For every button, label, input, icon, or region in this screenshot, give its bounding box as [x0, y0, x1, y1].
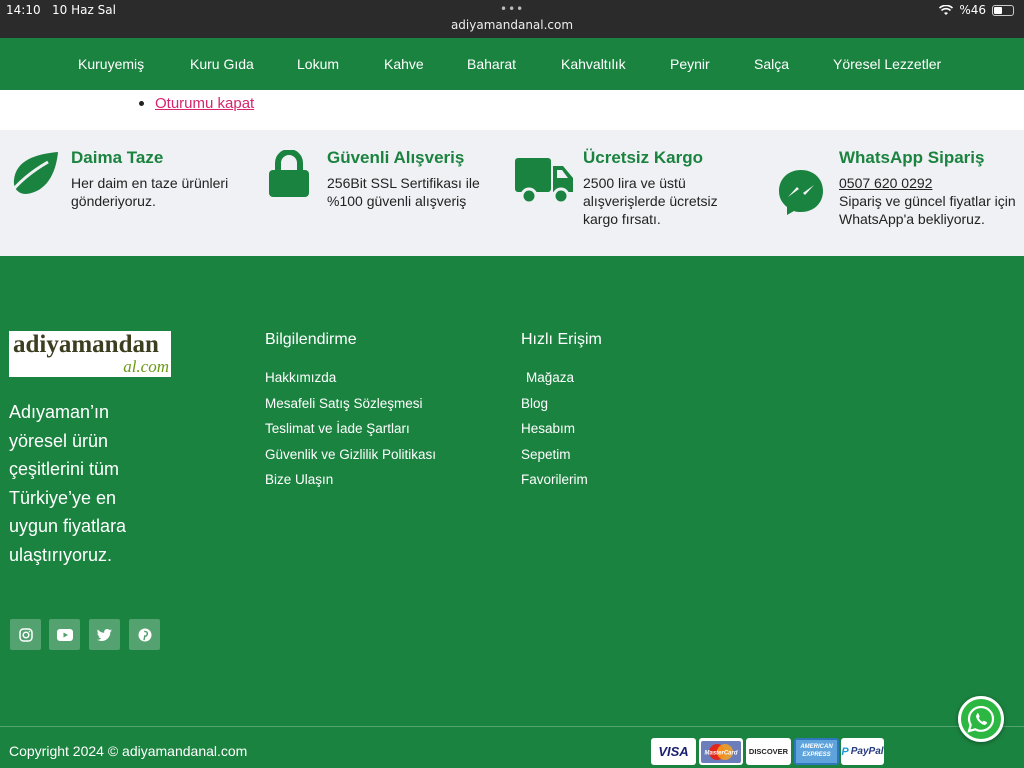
- logo-line-1: adiyamandan: [13, 331, 159, 358]
- amex-label: AMERICAN EXPRESS: [796, 740, 837, 763]
- feature-text: Her daim en taze ürünleri gönderiyoruz.: [71, 175, 229, 209]
- mastercard-label: MasterCard: [704, 750, 737, 756]
- status-time: 14:10 10 Haz Sal: [6, 3, 116, 17]
- site-logo[interactable]: adiyamandan al.com: [9, 331, 171, 377]
- browser-status-bar: 14:10 10 Haz Sal ••• adiyamandanal.com %…: [0, 0, 1024, 38]
- main-nav: Kuruyemiş Kuru Gıda Lokum Kahve Baharat …: [0, 38, 1024, 90]
- messenger-icon: [779, 170, 823, 215]
- nav-item-salca[interactable]: Salça: [754, 56, 789, 72]
- feature-daima-taze: Daima Taze Her daim en taze ürünleri gön…: [71, 148, 256, 210]
- footer-link-magaza[interactable]: Mağaza: [526, 370, 574, 385]
- footer-link-blog[interactable]: Blog: [521, 396, 548, 411]
- nav-item-kuruyemis[interactable]: Kuruyemiş: [78, 56, 144, 72]
- wifi-icon: [939, 4, 954, 15]
- footer-link-mesafeli-satis[interactable]: Mesafeli Satış Sözleşmesi: [265, 396, 423, 411]
- whatsapp-phone-link[interactable]: 0507 620 0292: [839, 174, 1019, 192]
- feature-guvenli-alisveris: Güvenli Alışveriş 256Bit SSL Sertifikası…: [327, 148, 507, 210]
- whatsapp-icon: [967, 705, 995, 733]
- leaf-icon: [6, 152, 58, 197]
- address-bar[interactable]: adiyamandanal.com: [0, 18, 1024, 32]
- nav-item-kuru-gida[interactable]: Kuru Gıda: [190, 56, 254, 72]
- site-footer: adiyamandan al.com Adıyaman’ın yöresel ü…: [0, 256, 1024, 768]
- feature-title: Ücretsiz Kargo: [583, 148, 703, 167]
- quick-access-title: Hızlı Erişim: [521, 331, 602, 348]
- logo-line-2: al.com: [123, 357, 169, 376]
- paypal-p-icon: P: [841, 745, 849, 758]
- youtube-icon: [56, 628, 73, 641]
- footer-link-gizlilik[interactable]: Güvenlik ve Gizlilik Politikası: [265, 447, 436, 462]
- account-list: Oturumu kapat: [155, 94, 254, 112]
- nav-item-kahvaltilik[interactable]: Kahvaltılık: [561, 56, 626, 72]
- nav-item-kahve[interactable]: Kahve: [384, 56, 424, 72]
- whatsapp-float-button[interactable]: [958, 696, 1004, 742]
- footer-link-hesabim[interactable]: Hesabım: [521, 421, 575, 436]
- status-indicators: %46: [939, 3, 1014, 17]
- nav-item-peynir[interactable]: Peynir: [670, 56, 710, 72]
- footer-link-bize-ulasin[interactable]: Bize Ulaşın: [265, 472, 333, 487]
- account-list-item: Oturumu kapat: [155, 94, 254, 112]
- mastercard-card-icon: MasterCard: [699, 738, 743, 765]
- copyright-text: Copyright 2024 © adiyamandanal.com: [9, 743, 248, 759]
- visa-card-icon: VISA: [651, 738, 696, 765]
- footer-link-hakkimizda[interactable]: Hakkımızda: [265, 370, 336, 385]
- info-column-title: Bilgilendirme: [265, 331, 357, 348]
- feature-whatsapp-siparis: WhatsApp Sipariş 0507 620 0292 Sipariş v…: [839, 148, 1019, 228]
- feature-ucretsiz-kargo: Ücretsiz Kargo 2500 lira ve üstü alışver…: [583, 148, 748, 228]
- twitter-icon: [97, 628, 112, 641]
- logout-link[interactable]: Oturumu kapat: [155, 95, 254, 112]
- feature-title: WhatsApp Sipariş: [839, 148, 985, 167]
- battery-icon: [992, 4, 1014, 16]
- youtube-button[interactable]: [49, 619, 80, 650]
- battery-percent: %46: [959, 3, 986, 17]
- footer-divider: [0, 726, 1024, 727]
- feature-title: Güvenli Alışveriş: [327, 148, 465, 167]
- nav-item-baharat[interactable]: Baharat: [467, 56, 516, 72]
- footer-about-text: Adıyaman’ın yöresel ürün çeşitlerini tüm…: [9, 402, 127, 565]
- features-strip: Daima Taze Her daim en taze ürünleri gön…: [0, 130, 1024, 256]
- instagram-button[interactable]: [10, 619, 41, 650]
- truck-icon: [515, 158, 573, 205]
- feature-text-body: Sipariş ve güncel fiyatlar için WhatsApp…: [839, 193, 1016, 227]
- footer-link-favorilerim[interactable]: Favorilerim: [521, 472, 588, 487]
- feature-text: 0507 620 0292 Sipariş ve güncel fiyatlar…: [839, 174, 1019, 228]
- discover-card-icon: DISCOVER: [746, 738, 791, 765]
- footer-link-sepetim[interactable]: Sepetim: [521, 447, 571, 462]
- account-menu: Oturumu kapat: [0, 90, 1024, 130]
- feature-text: 256Bit SSL Sertifikası ile %100 güvenli …: [327, 175, 480, 209]
- pinterest-icon: [138, 628, 151, 641]
- footer-link-teslimat-iade[interactable]: Teslimat ve İade Şartları: [265, 421, 410, 436]
- mastercard-logo-icon: MasterCard: [701, 740, 741, 763]
- more-dots-icon[interactable]: •••: [500, 2, 524, 16]
- nav-item-lokum[interactable]: Lokum: [297, 56, 339, 72]
- paypal-card-icon: P PayPal: [841, 738, 884, 765]
- feature-title: Daima Taze: [71, 148, 164, 167]
- nav-item-yoresel-lezzetler[interactable]: Yöresel Lezzetler: [833, 56, 941, 72]
- paypal-label: PayPal: [850, 746, 884, 757]
- instagram-icon: [18, 627, 33, 642]
- amex-card-icon: AMERICAN EXPRESS: [794, 738, 839, 765]
- feature-text: 2500 lira ve üstü alışverişlerde ücretsi…: [583, 175, 718, 227]
- lock-icon: [269, 150, 309, 197]
- twitter-button[interactable]: [89, 619, 120, 650]
- pinterest-button[interactable]: [129, 619, 160, 650]
